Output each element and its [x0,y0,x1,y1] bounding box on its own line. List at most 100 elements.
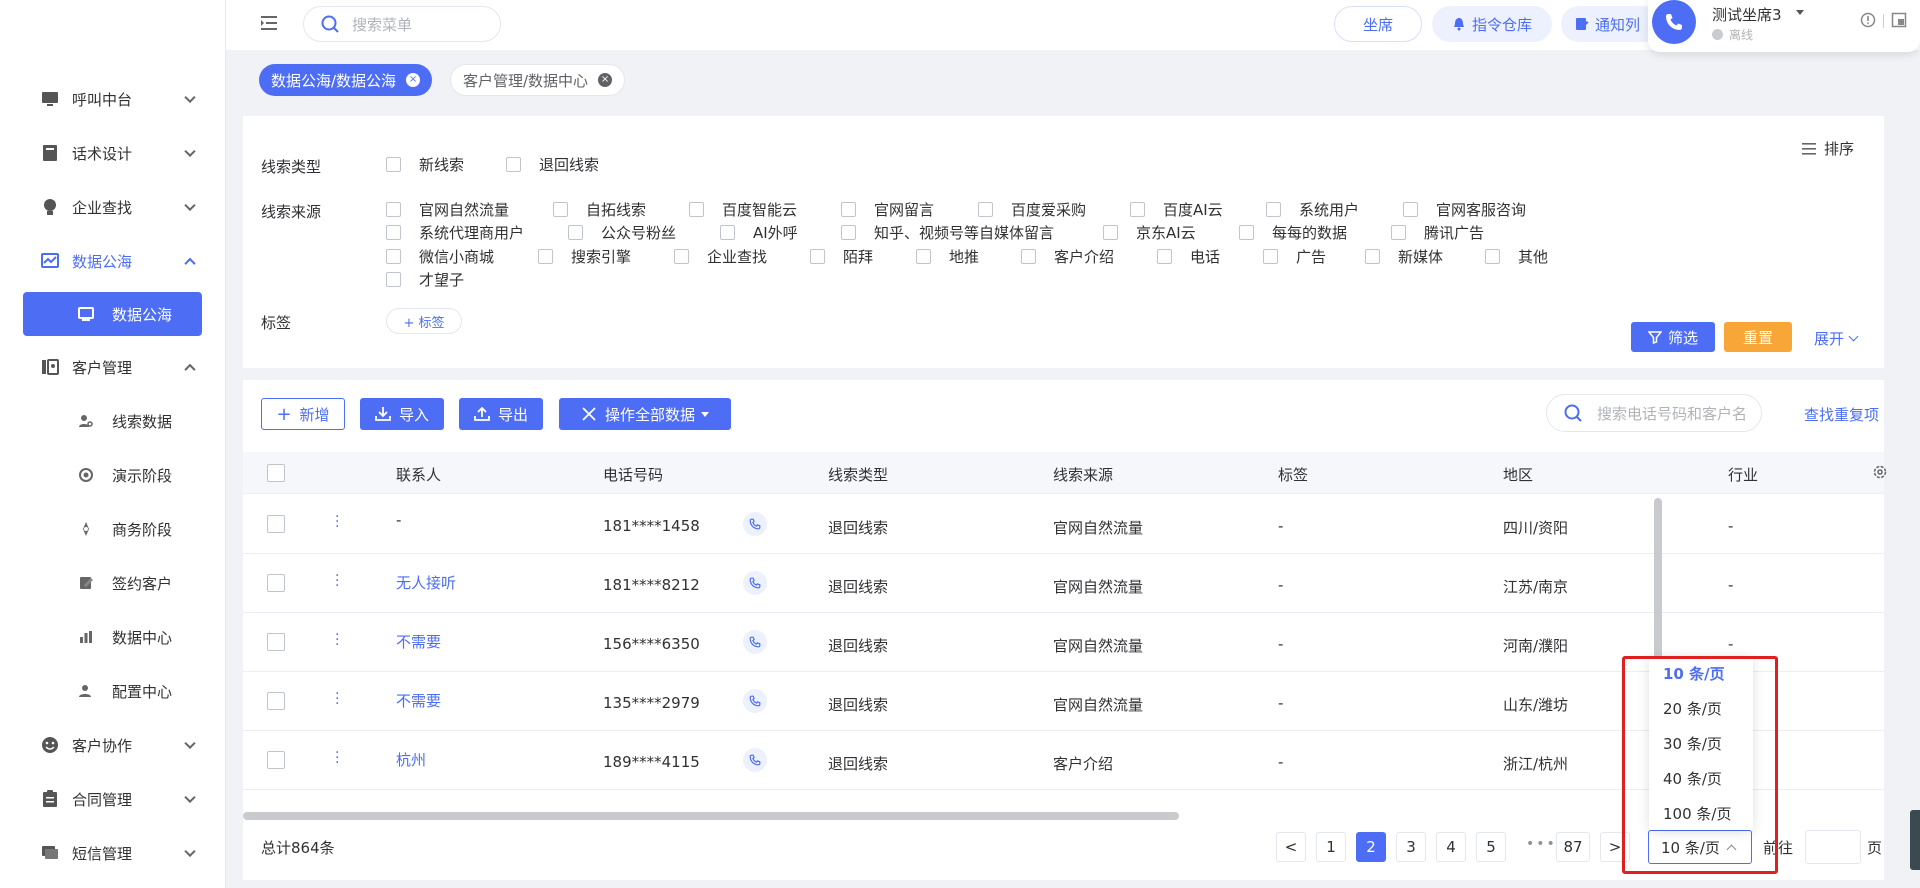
sidebar-subitem-business-stage[interactable]: 商务阶段 [0,502,226,556]
goto-page-input[interactable] [1805,830,1861,864]
caret-down-icon[interactable] [1796,10,1804,15]
agent-name[interactable]: 测试坐席3 [1712,4,1782,25]
horizontal-scrollbar[interactable] [243,812,1179,820]
select-all-checkbox[interactable] [267,464,285,482]
more-actions-icon[interactable]: · · · [335,687,339,711]
clue-source-checkbox[interactable]: 搜索引擎 [538,246,631,267]
clue-source-checkbox[interactable]: 每每的数据 [1239,222,1347,243]
clue-source-checkbox[interactable]: 系统用户 [1266,199,1359,220]
sidebar-subitem-signed-customer[interactable]: 签约客户 [0,556,226,610]
sort-button[interactable]: 排序 [1801,138,1854,159]
operate-all-data-button[interactable]: 操作全部数据 [559,398,731,430]
reset-button[interactable]: 重置 [1724,322,1792,352]
page-number[interactable]: 87 [1556,832,1590,862]
sidebar-item-company-search[interactable]: 企业查找 [0,180,226,234]
call-icon[interactable] [743,630,767,654]
sidebar-item-sms-management[interactable]: 短信管理 [0,826,226,880]
sidebar-item-customer-management[interactable]: 客户管理 [0,340,226,394]
sidebar-item-contract-management[interactable]: 合同管理 [0,772,226,826]
clue-source-checkbox[interactable]: 微信小商城 [386,246,494,267]
clue-source-checkbox[interactable]: 其他 [1485,246,1548,267]
phone-customer-search-input[interactable]: 搜索电话号码和客户名 [1546,394,1762,432]
prev-page-button[interactable]: < [1276,832,1306,862]
clue-source-checkbox[interactable]: 京东AI云 [1103,222,1196,243]
more-actions-icon[interactable]: · · · [335,746,339,770]
row-checkbox[interactable] [267,751,285,769]
clue-source-checkbox[interactable]: 腾讯广告 [1391,222,1484,243]
vertical-scrollbar[interactable] [1654,498,1662,668]
clue-source-checkbox[interactable]: 电话 [1157,246,1220,267]
clue-source-checkbox[interactable]: 广告 [1263,246,1326,267]
tab-data-center[interactable]: 客户管理/数据中心 × [450,64,626,96]
expand-button[interactable]: 展开 [1814,328,1859,349]
add-tag-button[interactable]: + 标签 [386,308,462,334]
clue-source-checkbox[interactable]: 客户介绍 [1021,246,1114,267]
row-checkbox[interactable] [267,515,285,533]
contact-cell[interactable]: 不需要 [396,690,441,711]
clue-source-checkbox[interactable]: 才望子 [386,269,464,290]
clue-source-checkbox[interactable]: 百度AI云 [1130,199,1223,220]
add-button[interactable]: + 新增 [261,398,345,430]
more-actions-icon[interactable]: · · · [335,628,339,652]
menu-fold-icon[interactable] [260,14,278,32]
close-icon[interactable]: × [406,73,421,87]
seat-button[interactable]: 坐席 [1334,6,1422,42]
row-checkbox[interactable] [267,574,285,592]
sidebar-item-script-design[interactable]: 话术设计 [0,126,226,180]
contact-cell[interactable]: 无人接听 [396,572,456,593]
page-number[interactable]: 1 [1316,832,1346,862]
sidebar-subitem-data-pool[interactable]: 数据公海 [23,292,202,336]
clue-type-checkbox[interactable]: 退回线索 [506,154,599,175]
clue-source-checkbox[interactable]: 公众号粉丝 [568,222,676,243]
row-checkbox[interactable] [267,692,285,710]
contact-cell[interactable]: 杭州 [396,749,426,770]
page-number[interactable]: 5 [1476,832,1506,862]
page-number[interactable]: 3 [1396,832,1426,862]
clue-source-checkbox[interactable]: AI外呼 [720,222,798,243]
clue-source-checkbox[interactable]: 官网客服咨询 [1403,199,1526,220]
page-number[interactable]: 4 [1436,832,1466,862]
sidebar-item-customer-collab[interactable]: 客户协作 [0,718,226,772]
find-duplicate-link[interactable]: 查找重复项 [1804,404,1879,425]
call-icon[interactable] [743,571,767,595]
tab-data-pool[interactable]: 数据公海/数据公海 × [259,64,433,96]
call-icon[interactable] [743,689,767,713]
row-checkbox[interactable] [267,633,285,651]
exit-icon[interactable] [1891,12,1907,28]
sidebar-subitem-demo-stage[interactable]: 演示阶段 [0,448,226,502]
call-icon[interactable] [743,512,767,536]
call-icon[interactable] [743,748,767,772]
clue-source-checkbox[interactable]: 新媒体 [1365,246,1443,267]
gear-icon[interactable] [1872,464,1888,480]
clue-source-checkbox[interactable]: 自拓线索 [553,199,646,220]
clue-source-checkbox[interactable]: 地推 [916,246,979,267]
info-icon[interactable] [1860,12,1876,28]
export-button[interactable]: 导出 [459,398,543,430]
more-actions-icon[interactable]: · · · [335,569,339,593]
clue-source-checkbox[interactable]: 官网自然流量 [386,199,509,220]
page-number-active[interactable]: 2 [1356,832,1386,862]
sidebar-subitem-config-center[interactable]: 配置中心 [0,664,226,718]
contact-cell[interactable]: 不需要 [396,631,441,652]
table-row[interactable]: · · · - 181****1458 退回线索 官网自然流量 - 四川/资阳 - [243,495,1884,554]
menu-search-input[interactable]: 搜索菜单 [303,6,501,42]
notice-list-button[interactable]: 通知列 [1561,6,1661,42]
clue-source-checkbox[interactable]: 企业查找 [674,246,767,267]
clue-source-checkbox[interactable]: 系统代理商用户 [386,222,524,243]
clue-source-checkbox[interactable]: 百度智能云 [689,199,797,220]
sidebar-item-call-center[interactable]: 呼叫中台 [0,72,226,126]
close-icon[interactable]: × [598,73,613,87]
clue-type-checkbox[interactable]: 新线索 [386,154,464,175]
import-button[interactable]: 导入 [360,398,444,430]
more-actions-icon[interactable]: · · · [335,510,339,534]
phone-icon[interactable] [1652,0,1696,44]
side-handle[interactable] [1910,810,1920,870]
filter-button[interactable]: 筛选 [1631,322,1715,352]
clue-source-checkbox[interactable]: 陌拜 [810,246,873,267]
sidebar-subitem-clue-data[interactable]: 线索数据 [0,394,226,448]
clue-source-checkbox[interactable]: 官网留言 [841,199,934,220]
clue-source-checkbox[interactable]: 知乎、视频号等自媒体留言 [841,222,1054,243]
command-warehouse-button[interactable]: 指令仓库 [1432,6,1552,42]
more-pages-icon[interactable]: ••• [1526,836,1557,852]
sidebar-subitem-data-center[interactable]: 数据中心 [0,610,226,664]
